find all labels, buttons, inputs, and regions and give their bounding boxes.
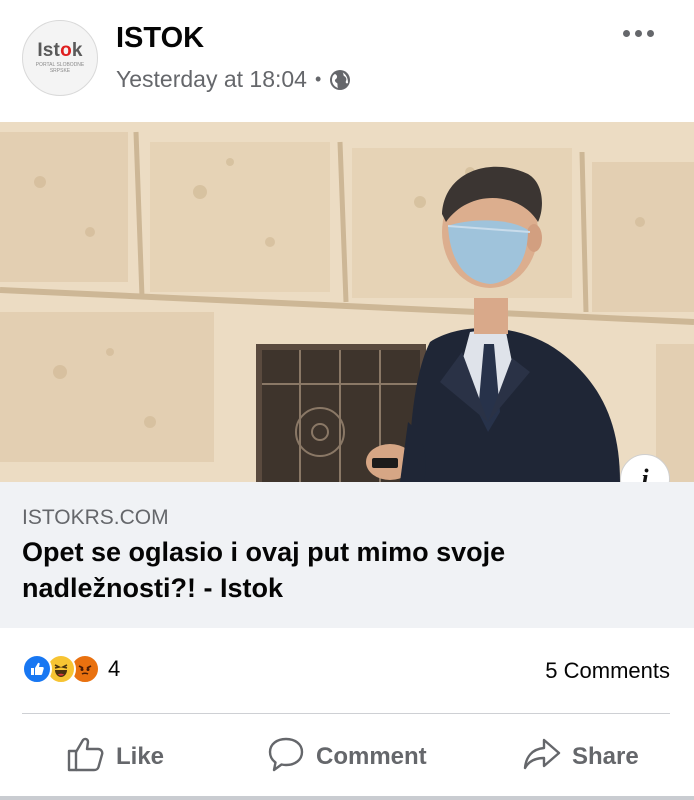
thumbs-up-icon bbox=[66, 734, 106, 779]
comment-bubble-icon bbox=[266, 734, 306, 779]
reactions-summary[interactable]: 4 bbox=[22, 654, 120, 684]
comment-button[interactable]: Comment bbox=[266, 734, 427, 779]
link-title[interactable]: Opet se oglasio i ovaj put mimo svoje na… bbox=[22, 534, 662, 606]
like-reaction-icon bbox=[22, 654, 52, 684]
meta-separator: • bbox=[314, 69, 322, 89]
link-preview-image[interactable]: i bbox=[0, 122, 694, 482]
avatar-logo: Istok bbox=[37, 40, 83, 62]
like-button[interactable]: Like bbox=[66, 734, 164, 779]
post-actions: Like Comment Share bbox=[0, 722, 694, 794]
link-preview-card[interactable]: ISTOKRS.COM Opet se oglasio i ovaj put m… bbox=[0, 482, 694, 628]
post-timestamp[interactable]: Yesterday at 18:04 bbox=[116, 66, 307, 93]
like-label: Like bbox=[116, 742, 165, 770]
comment-label: Comment bbox=[316, 742, 427, 770]
more-options-button[interactable] bbox=[619, 26, 658, 41]
actions-divider bbox=[22, 713, 670, 714]
post-stats: 4 5 Comments bbox=[0, 640, 694, 700]
post-header: Istok PORTAL SLOBODNE SRPSKE ISTOK Yeste… bbox=[0, 0, 694, 122]
more-dot bbox=[635, 30, 642, 37]
more-dot bbox=[623, 30, 630, 37]
more-dot bbox=[647, 30, 654, 37]
share-label: Share bbox=[572, 742, 639, 770]
page-name-link[interactable]: ISTOK bbox=[116, 22, 204, 55]
post-bottom-separator bbox=[0, 796, 694, 800]
link-domain: ISTOKRS.COM bbox=[22, 506, 169, 529]
globe-icon[interactable] bbox=[329, 69, 351, 91]
post-meta: Yesterday at 18:04 • bbox=[116, 66, 351, 93]
share-button[interactable]: Share bbox=[522, 734, 639, 779]
avatar-tagline: PORTAL SLOBODNE SRPSKE bbox=[35, 62, 85, 74]
comments-count-link[interactable]: 5 Comments bbox=[545, 658, 670, 684]
reaction-count: 4 bbox=[108, 656, 121, 681]
page-avatar[interactable]: Istok PORTAL SLOBODNE SRPSKE bbox=[22, 20, 98, 96]
share-arrow-icon bbox=[522, 734, 562, 779]
